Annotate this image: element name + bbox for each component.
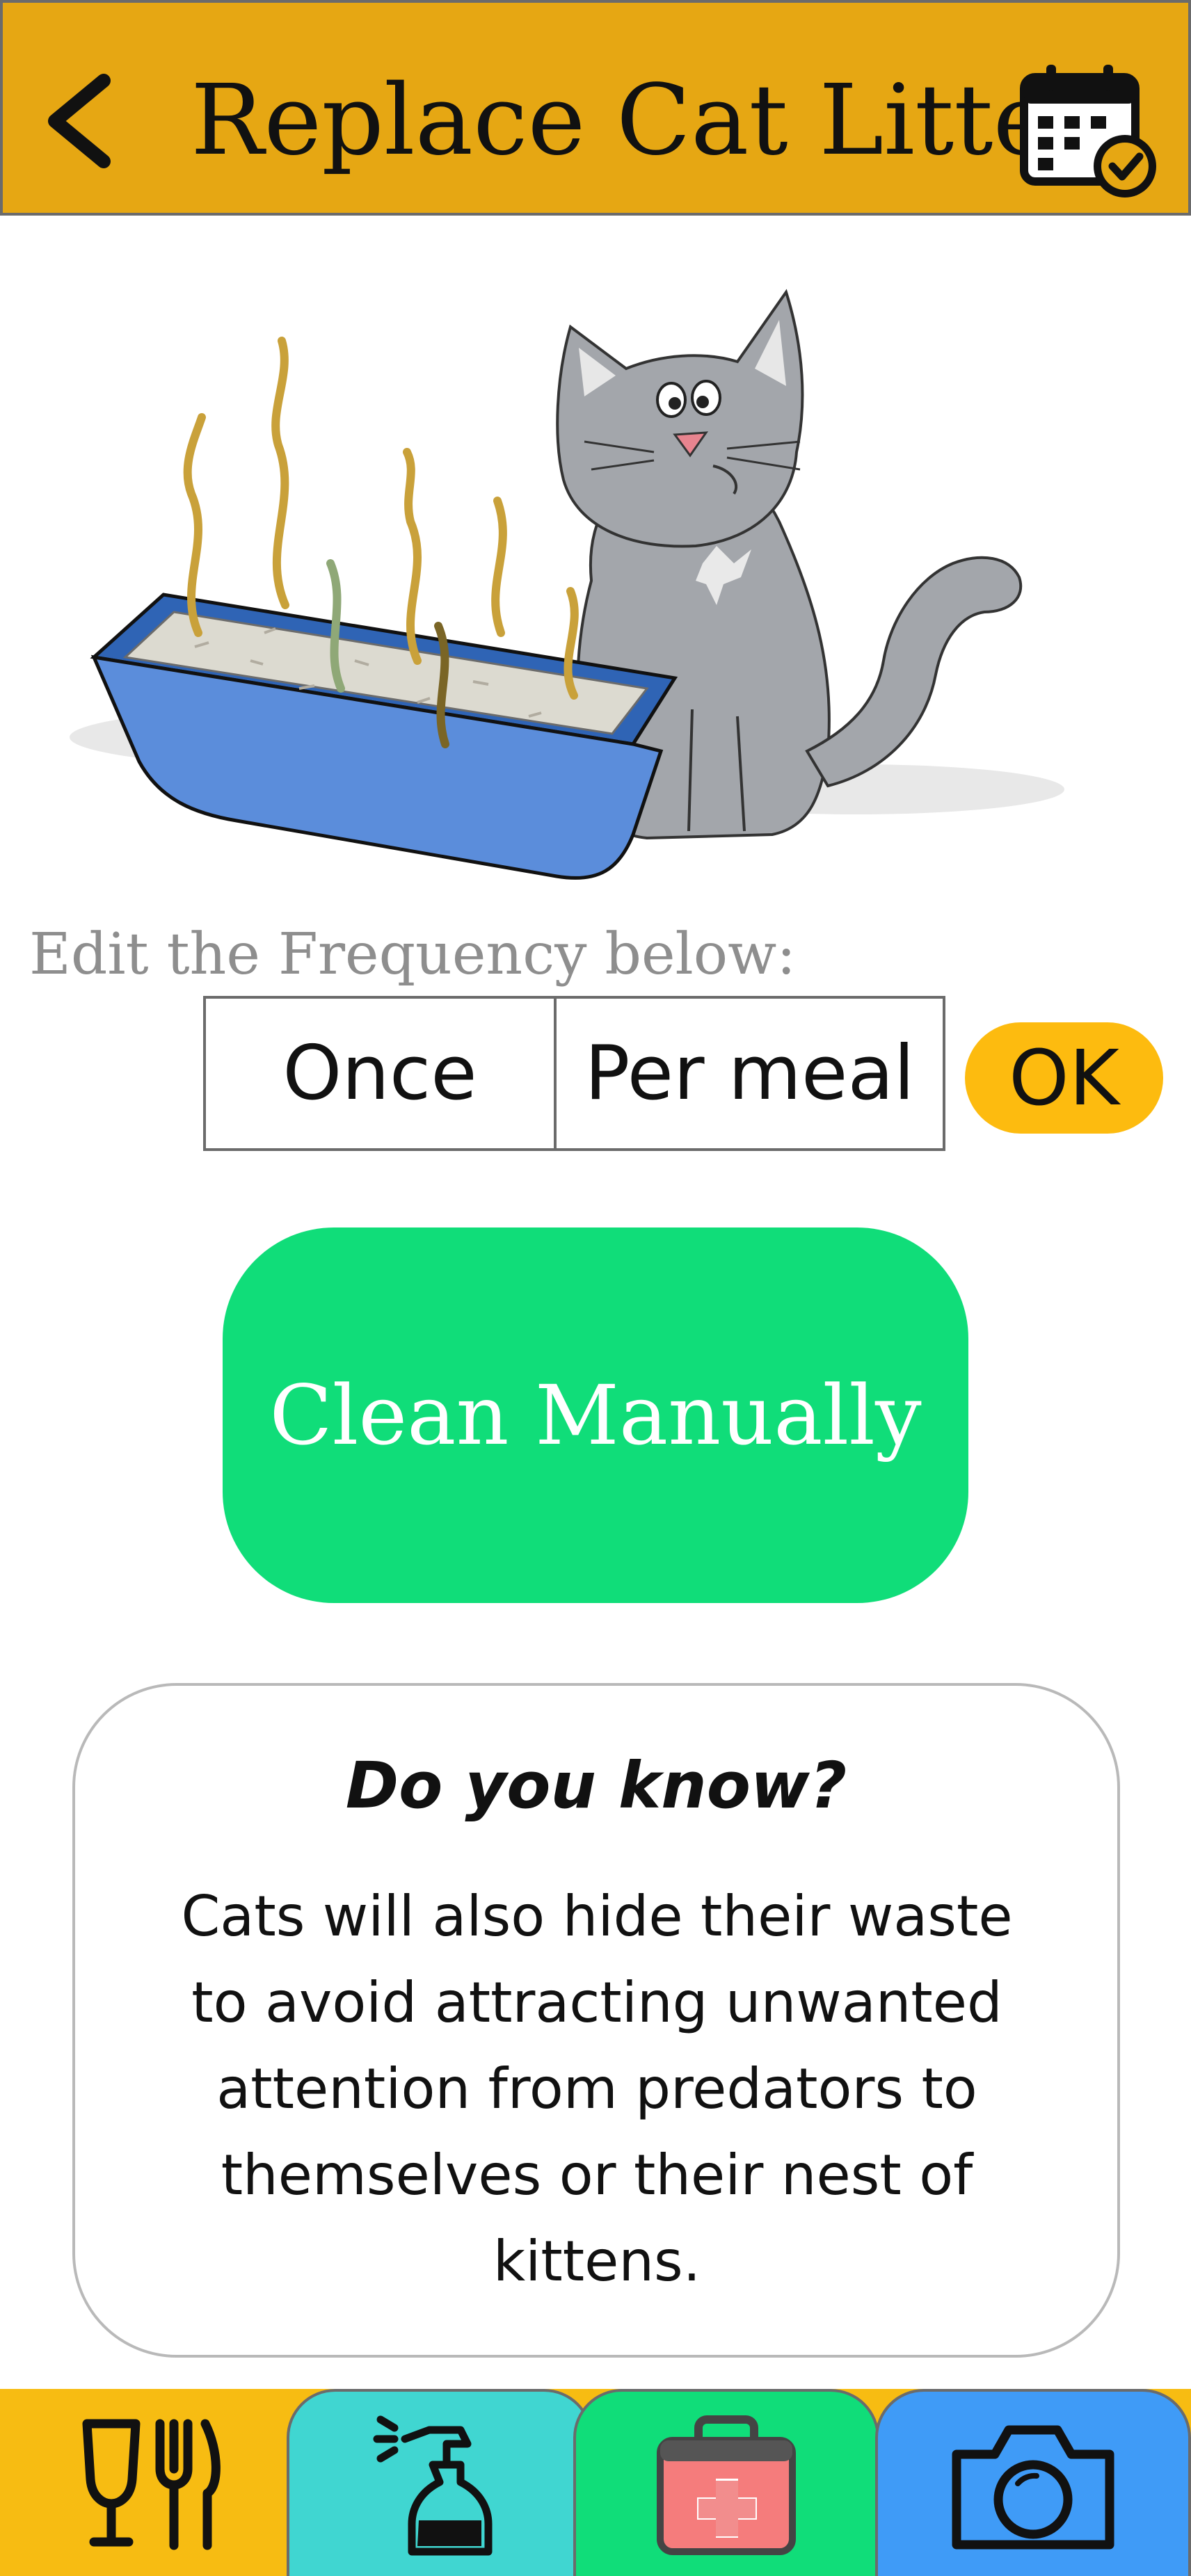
tab-camera[interactable] <box>875 2389 1191 2576</box>
top-app-bar: Replace Cat Litter <box>0 0 1191 216</box>
first-aid-kit-icon <box>657 2415 796 2555</box>
tab-clean[interactable] <box>287 2389 593 2576</box>
camera-icon <box>952 2425 1114 2550</box>
spray-bottle-icon <box>373 2415 493 2556</box>
page-title: Replace Cat Litter <box>191 64 1098 177</box>
back-button[interactable] <box>38 72 128 170</box>
calendar-button[interactable] <box>1017 62 1170 201</box>
frequency-period-select[interactable]: Per meal <box>557 999 943 1148</box>
chevron-left-icon <box>48 74 111 168</box>
tab-health[interactable] <box>573 2389 879 2576</box>
calendar-check-icon <box>1020 65 1156 198</box>
fork-knife-glass-icon <box>82 2419 221 2550</box>
ok-button[interactable]: OK <box>965 1022 1163 1134</box>
fact-card-text: Cats will also hide their waste to avoid… <box>181 1884 1013 2294</box>
tab-food[interactable] <box>0 2389 292 2576</box>
fact-card: Do you know? Cats will also hide their w… <box>72 1683 1120 2358</box>
bottom-tab-bar <box>0 2389 1191 2576</box>
frequency-label: Edit the Frequency below: <box>29 921 796 988</box>
frequency-picker: Once Per meal <box>203 996 945 1151</box>
fact-card-title: Do you know? <box>345 1748 847 1823</box>
cat-litter-illustration <box>70 289 1064 880</box>
frequency-count-select[interactable]: Once <box>206 999 557 1148</box>
clean-manually-button[interactable]: Clean Manually <box>223 1227 968 1603</box>
